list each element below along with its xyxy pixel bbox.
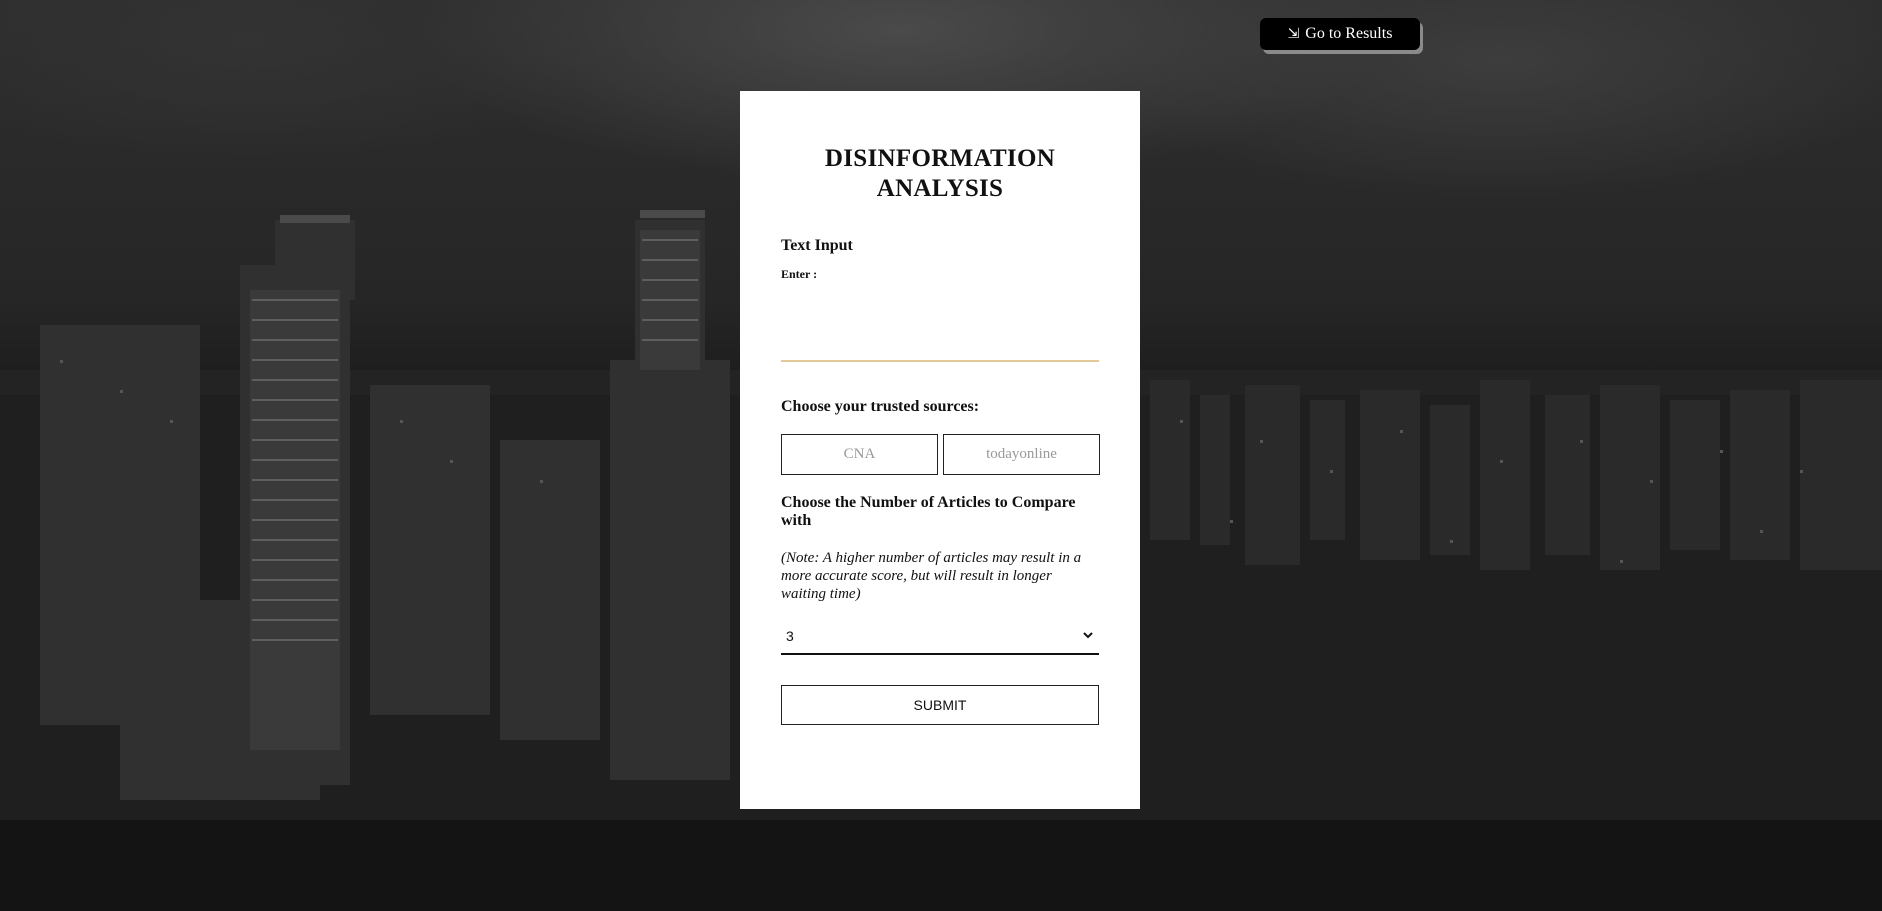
text-input-heading: Text Input <box>781 237 853 254</box>
go-to-results-label: Go to Results <box>1305 25 1393 42</box>
articles-count-value: 3 <box>786 628 794 644</box>
go-to-results-button[interactable]: ⇲ Go to Results <box>1260 18 1420 50</box>
source-input-cna[interactable] <box>781 434 938 475</box>
page-title: DISINFORMATION ANALYSIS <box>824 145 1056 202</box>
submit-button[interactable]: SUBMIT <box>781 685 1099 725</box>
analysis-form-card: DISINFORMATION ANALYSIS Text Input Enter… <box>740 91 1140 809</box>
text-input-field[interactable] <box>781 286 1099 362</box>
chevron-down-icon <box>1083 632 1093 639</box>
articles-count-select[interactable]: 3 <box>781 617 1099 655</box>
exit-icon: ⇲ <box>1287 26 1300 42</box>
articles-count-note: (Note: A higher number of articles may r… <box>781 550 1082 602</box>
trusted-sources-heading: Choose your trusted sources: <box>781 398 980 415</box>
trusted-sources-inputs <box>781 434 1100 475</box>
source-input-todayonline[interactable] <box>943 434 1100 475</box>
articles-count-heading: Choose the Number of Articles to Compare… <box>781 494 1076 529</box>
enter-field-label: Enter : <box>781 267 818 281</box>
